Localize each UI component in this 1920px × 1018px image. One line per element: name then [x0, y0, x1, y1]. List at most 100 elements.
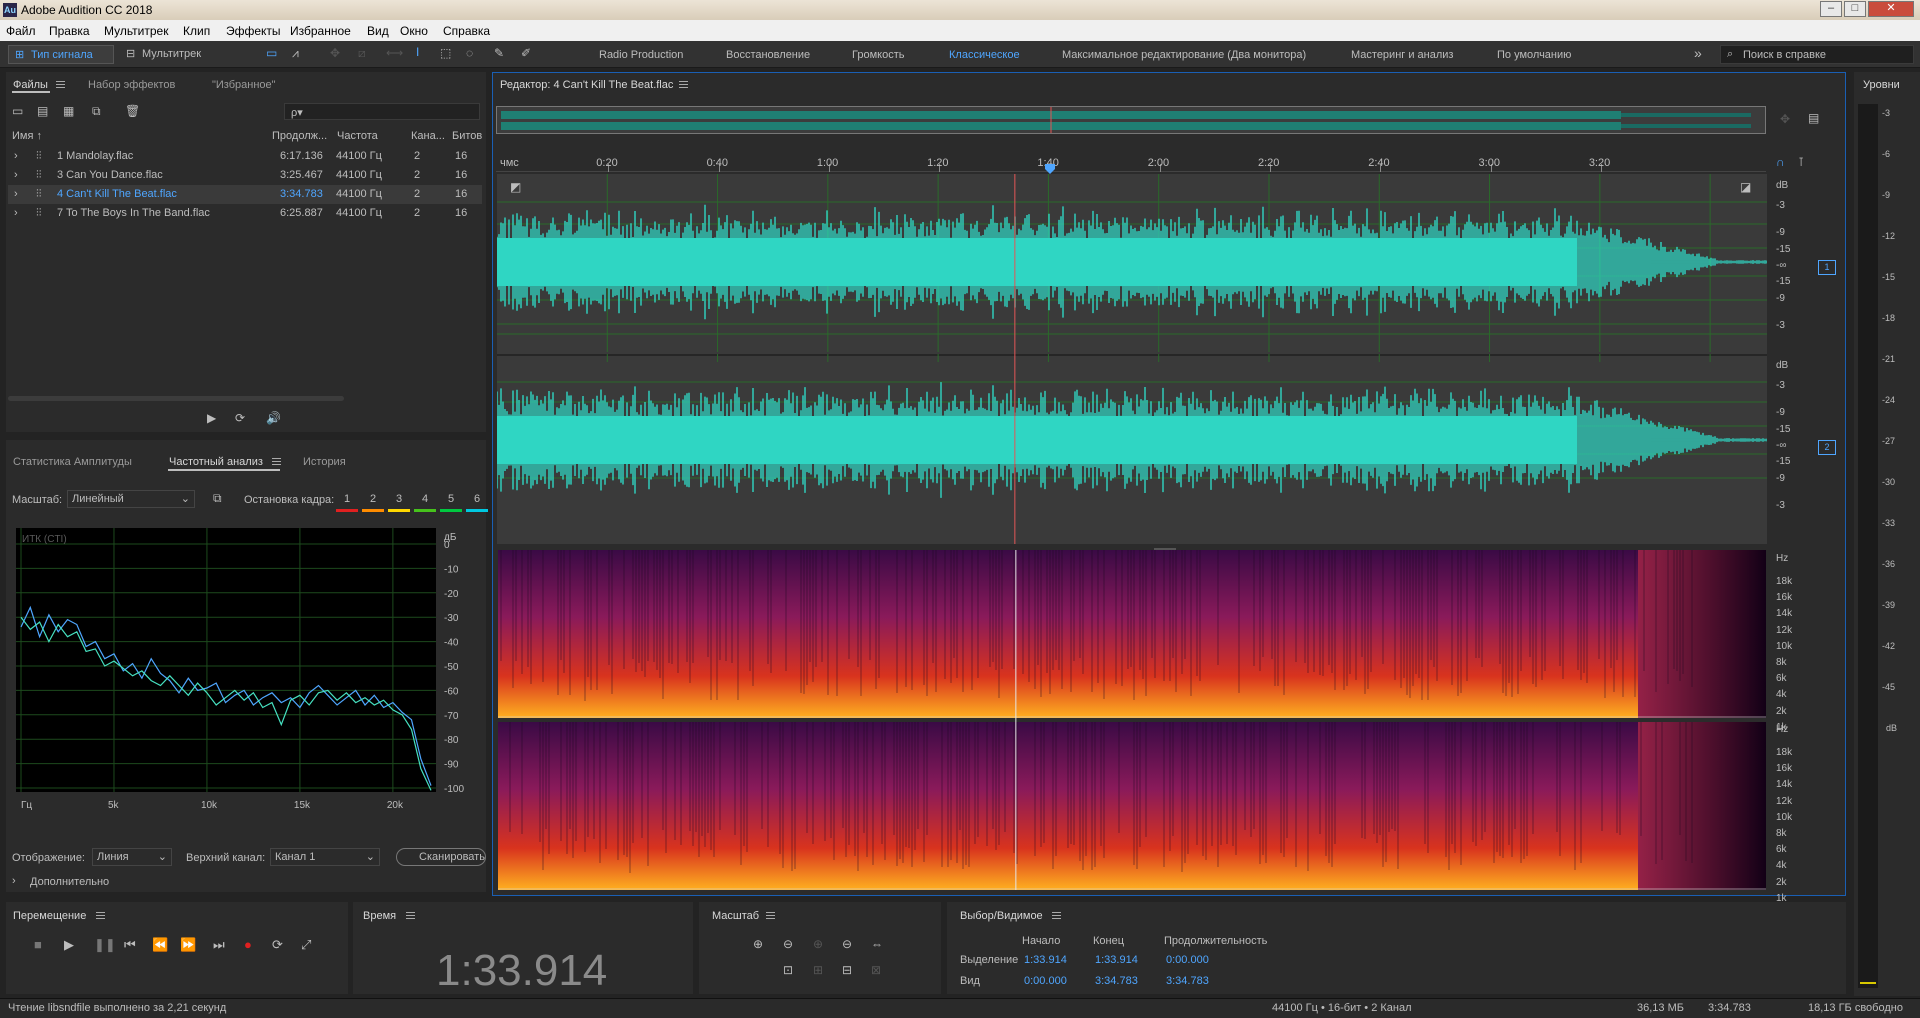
column-duration[interactable]: Продолж... — [272, 130, 327, 142]
menu-effects[interactable]: Эффекты — [226, 24, 281, 38]
freeze-frame-1-button[interactable]: 1 — [336, 490, 358, 512]
razor-tool-icon[interactable]: ⧄ — [358, 46, 366, 61]
zoom-in-amplitude-icon[interactable]: ⊕ — [753, 937, 763, 951]
stop-button[interactable]: ■ — [34, 937, 42, 952]
new-file-icon[interactable]: ▦ — [63, 104, 74, 118]
zoom-selection-icon[interactable]: ⊡ — [783, 963, 793, 977]
column-sample-rate[interactable]: Частота — [337, 130, 378, 142]
import-file-icon[interactable]: ▤ — [37, 104, 48, 118]
freeze-frame-4-button[interactable]: 4 — [414, 490, 436, 512]
time-selection-tool-icon[interactable]: I — [416, 45, 419, 59]
freeze-frame-5-button[interactable]: 5 — [440, 490, 462, 512]
corner-zoom-icon[interactable]: ◩ — [510, 180, 521, 194]
pitch-display-icon[interactable]: ⩘ — [292, 46, 299, 61]
workspace-default[interactable]: По умолчанию — [1497, 49, 1571, 61]
expand-chevron-icon[interactable]: › — [14, 169, 18, 181]
delete-file-icon[interactable]: 🗑 — [125, 104, 140, 118]
column-name[interactable]: Имя ↑ — [12, 130, 42, 142]
pin-icon[interactable]: ⊺ — [1798, 155, 1804, 169]
overflow-chevron-icon[interactable]: » — [1694, 45, 1702, 61]
menu-view[interactable]: Вид — [367, 24, 389, 38]
skip-selection-button[interactable]: ⤢ — [301, 937, 311, 953]
zoom-in-point-icon[interactable]: ⊞ — [813, 963, 823, 977]
view-start-value[interactable]: 0:00.000 — [1024, 975, 1067, 987]
workspace-restoration[interactable]: Восстановление — [726, 49, 810, 61]
lasso-tool-icon[interactable]: ◌ — [466, 46, 473, 60]
zoom-reset-icon[interactable]: ⊠ — [871, 963, 881, 977]
marquee-tool-icon[interactable]: ⬚ — [440, 46, 451, 60]
waveform-mode-button[interactable]: ⊞ Тип сигнала — [8, 45, 114, 64]
expand-chevron-icon[interactable]: › — [14, 150, 18, 162]
menu-clip[interactable]: Клип — [183, 24, 210, 38]
tab-effects-rack[interactable]: Набор эффектов — [88, 79, 175, 91]
channel-1-badge[interactable]: 1 — [1818, 260, 1836, 275]
zoom-out-point-icon[interactable]: ⊟ — [842, 963, 852, 977]
rewind-button[interactable]: ⏪ — [152, 937, 168, 953]
menu-multitrack[interactable]: Мультитрек — [104, 24, 168, 38]
selection-menu-icon[interactable] — [1052, 912, 1061, 919]
multitrack-mode-button[interactable]: ⊟ Мультитрек — [120, 45, 220, 64]
selection-start-value[interactable]: 1:33.914 — [1024, 954, 1067, 966]
file-row[interactable]: › ⫶⫶ 3 Can You Dance.flac 3:25.467 44100… — [8, 166, 482, 185]
maximize-icon[interactable]: □ — [1844, 1, 1866, 17]
file-row[interactable]: › ⫶⫶ 1 Mandolay.flac 6:17.136 44100 Гц 2… — [8, 147, 482, 166]
advanced-toggle[interactable]: Дополнительно — [30, 876, 109, 888]
overview-navigator[interactable] — [496, 106, 1766, 134]
zoom-out-amplitude-icon[interactable]: ⊖ — [783, 937, 793, 951]
workspace-loudness[interactable]: Громкость — [852, 49, 904, 61]
toggle-overview-icon[interactable]: ▤ — [1808, 111, 1819, 125]
loop-preview-icon[interactable]: ⟳ — [235, 411, 245, 425]
display-dropdown[interactable]: Линия ⌄ — [92, 848, 172, 866]
transport-menu-icon[interactable] — [96, 912, 105, 919]
loop-button[interactable]: ⟳ — [272, 937, 283, 953]
menu-favorites[interactable]: Избранное — [290, 24, 351, 38]
freeze-frame-6-button[interactable]: 6 — [466, 490, 488, 512]
move-tool-icon[interactable]: ✥ — [330, 46, 340, 60]
corner-zoom-right-icon[interactable]: ◪ — [1740, 180, 1751, 194]
record-button[interactable]: ● — [244, 937, 252, 952]
pause-button[interactable]: ❚❚ — [94, 937, 116, 953]
menu-window[interactable]: Окно — [400, 24, 428, 38]
zoom-menu-icon[interactable] — [766, 912, 775, 919]
waveform-view[interactable] — [497, 174, 1767, 544]
advanced-chevron-icon[interactable]: › — [12, 875, 16, 887]
editor-menu-icon[interactable] — [679, 81, 688, 88]
tab-favorites[interactable]: "Избранное" — [212, 79, 276, 91]
expand-chevron-icon[interactable]: › — [14, 207, 18, 219]
freeze-frame-2-button[interactable]: 2 — [362, 490, 384, 512]
headphones-icon[interactable]: ∩ — [1776, 155, 1785, 169]
slip-tool-icon[interactable]: ⟷ — [386, 46, 403, 60]
workspace-mastering[interactable]: Мастеринг и анализ — [1351, 49, 1453, 61]
file-row[interactable]: › ⫶⫶ 7 To The Boys In The Band.flac 6:25… — [8, 204, 482, 223]
scan-button[interactable]: Сканировать — [396, 848, 486, 866]
play-preview-icon[interactable]: ▶ — [207, 411, 216, 425]
time-display[interactable]: 1:33.914 — [436, 946, 607, 996]
zoom-navigator-icon[interactable]: ✥ — [1780, 112, 1790, 126]
minimize-icon[interactable]: – — [1820, 1, 1842, 17]
menu-help[interactable]: Справка — [443, 24, 490, 38]
close-icon[interactable]: ✕ — [1868, 1, 1914, 17]
zoom-out-time-icon[interactable]: ⊖ — [842, 937, 852, 951]
spectral-view[interactable] — [498, 550, 1766, 890]
file-row-selected[interactable]: › ⫶⫶ 4 Can't Kill The Beat.flac 3:34.783… — [8, 185, 482, 204]
analysis-panel-menu-icon[interactable] — [272, 458, 281, 465]
tab-frequency-analysis[interactable]: Частотный анализ — [169, 456, 263, 468]
zoom-in-time-icon[interactable]: ⊕ — [813, 937, 823, 951]
help-search-input[interactable]: ⌕ Поиск в справке — [1720, 45, 1914, 64]
fast-forward-button[interactable]: ⏩ — [180, 937, 196, 953]
selection-duration-value[interactable]: 0:00.000 — [1166, 954, 1209, 966]
workspace-classic[interactable]: Классическое — [949, 49, 1020, 61]
time-ruler[interactable] — [496, 152, 1766, 172]
workspace-radio-production[interactable]: Radio Production — [599, 49, 683, 61]
play-button[interactable]: ▶ — [64, 937, 74, 953]
previous-button[interactable]: ⏮ — [124, 937, 136, 953]
view-duration-value[interactable]: 3:34.783 — [1166, 975, 1209, 987]
workspace-max-editing[interactable]: Максимальное редактирование (Два монитор… — [1062, 49, 1306, 61]
selection-end-value[interactable]: 1:33.914 — [1095, 954, 1138, 966]
tab-history[interactable]: История — [303, 456, 346, 468]
snapshot-icon[interactable]: ⧉ — [213, 491, 222, 506]
zoom-out-full-icon[interactable]: ⇔ — [871, 937, 883, 951]
files-search-input[interactable]: ρ▾ — [284, 103, 480, 120]
tab-files[interactable]: Файлы — [13, 79, 48, 91]
autoplay-speaker-icon[interactable]: 🔊 — [266, 411, 281, 425]
